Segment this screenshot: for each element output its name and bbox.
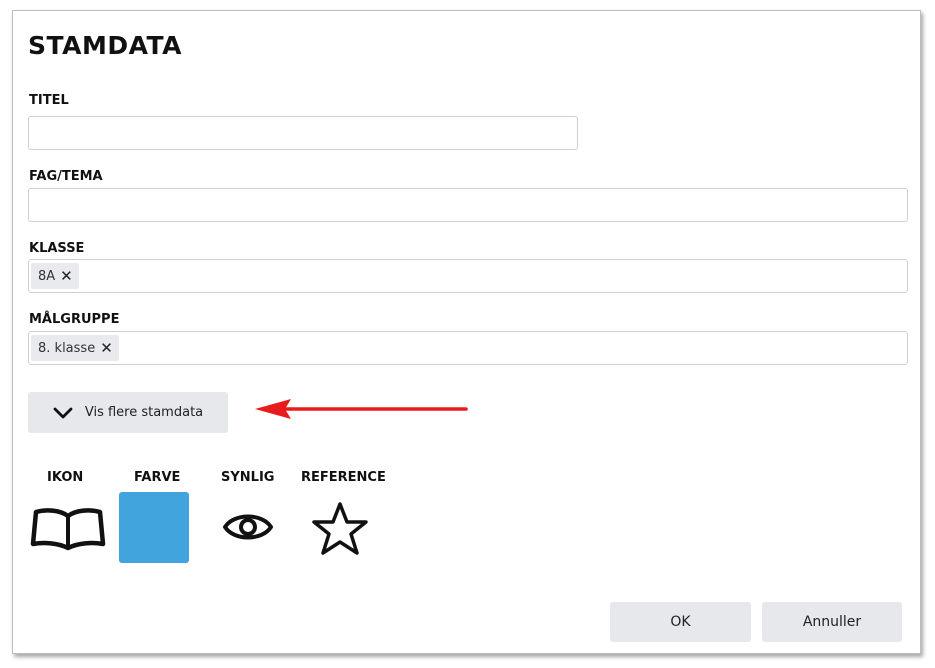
klasse-label: KLASSE <box>29 241 85 256</box>
fag-tema-input[interactable] <box>29 189 907 221</box>
synlig-label: SYNLIG <box>221 470 275 485</box>
red-arrow-annotation <box>255 399 468 419</box>
remove-chip-icon[interactable]: ✕ <box>100 339 113 357</box>
titel-input[interactable] <box>29 117 577 149</box>
titel-label: TITEL <box>29 93 69 108</box>
ok-button[interactable]: OK <box>610 602 751 642</box>
fag-tema-label: FAG/TEMA <box>29 169 103 184</box>
color-swatch[interactable] <box>119 492 189 563</box>
titel-field-wrapper <box>28 116 578 150</box>
dialog-title: STAMDATA <box>28 31 182 60</box>
show-more-stamdata-button[interactable]: Vis flere stamdata <box>28 392 228 433</box>
maalgruppe-label: MÅLGRUPPE <box>29 312 120 327</box>
stamdata-dialog: STAMDATA TITEL FAG/TEMA KLASSE 8A ✕ MÅLG… <box>12 10 921 654</box>
klasse-chip: 8A ✕ <box>31 263 79 289</box>
ikon-label: IKON <box>47 470 84 485</box>
eye-icon[interactable] <box>222 509 274 545</box>
cancel-button[interactable]: Annuller <box>762 602 902 642</box>
remove-chip-icon[interactable]: ✕ <box>60 267 73 285</box>
star-outline-icon[interactable] <box>311 501 369 557</box>
reference-label: REFERENCE <box>301 470 386 485</box>
show-more-label: Vis flere stamdata <box>84 405 204 420</box>
maalgruppe-chip-label: 8. klasse <box>38 340 96 356</box>
fag-tema-field-wrapper <box>28 188 908 222</box>
chevron-down-icon <box>53 407 73 418</box>
klasse-chip-label: 8A <box>38 268 56 284</box>
klasse-field[interactable]: 8A ✕ <box>28 259 908 293</box>
open-book-icon[interactable] <box>30 506 106 552</box>
maalgruppe-field[interactable]: 8. klasse ✕ <box>28 331 908 365</box>
maalgruppe-chip: 8. klasse ✕ <box>31 335 119 361</box>
farve-label: FARVE <box>134 470 181 485</box>
